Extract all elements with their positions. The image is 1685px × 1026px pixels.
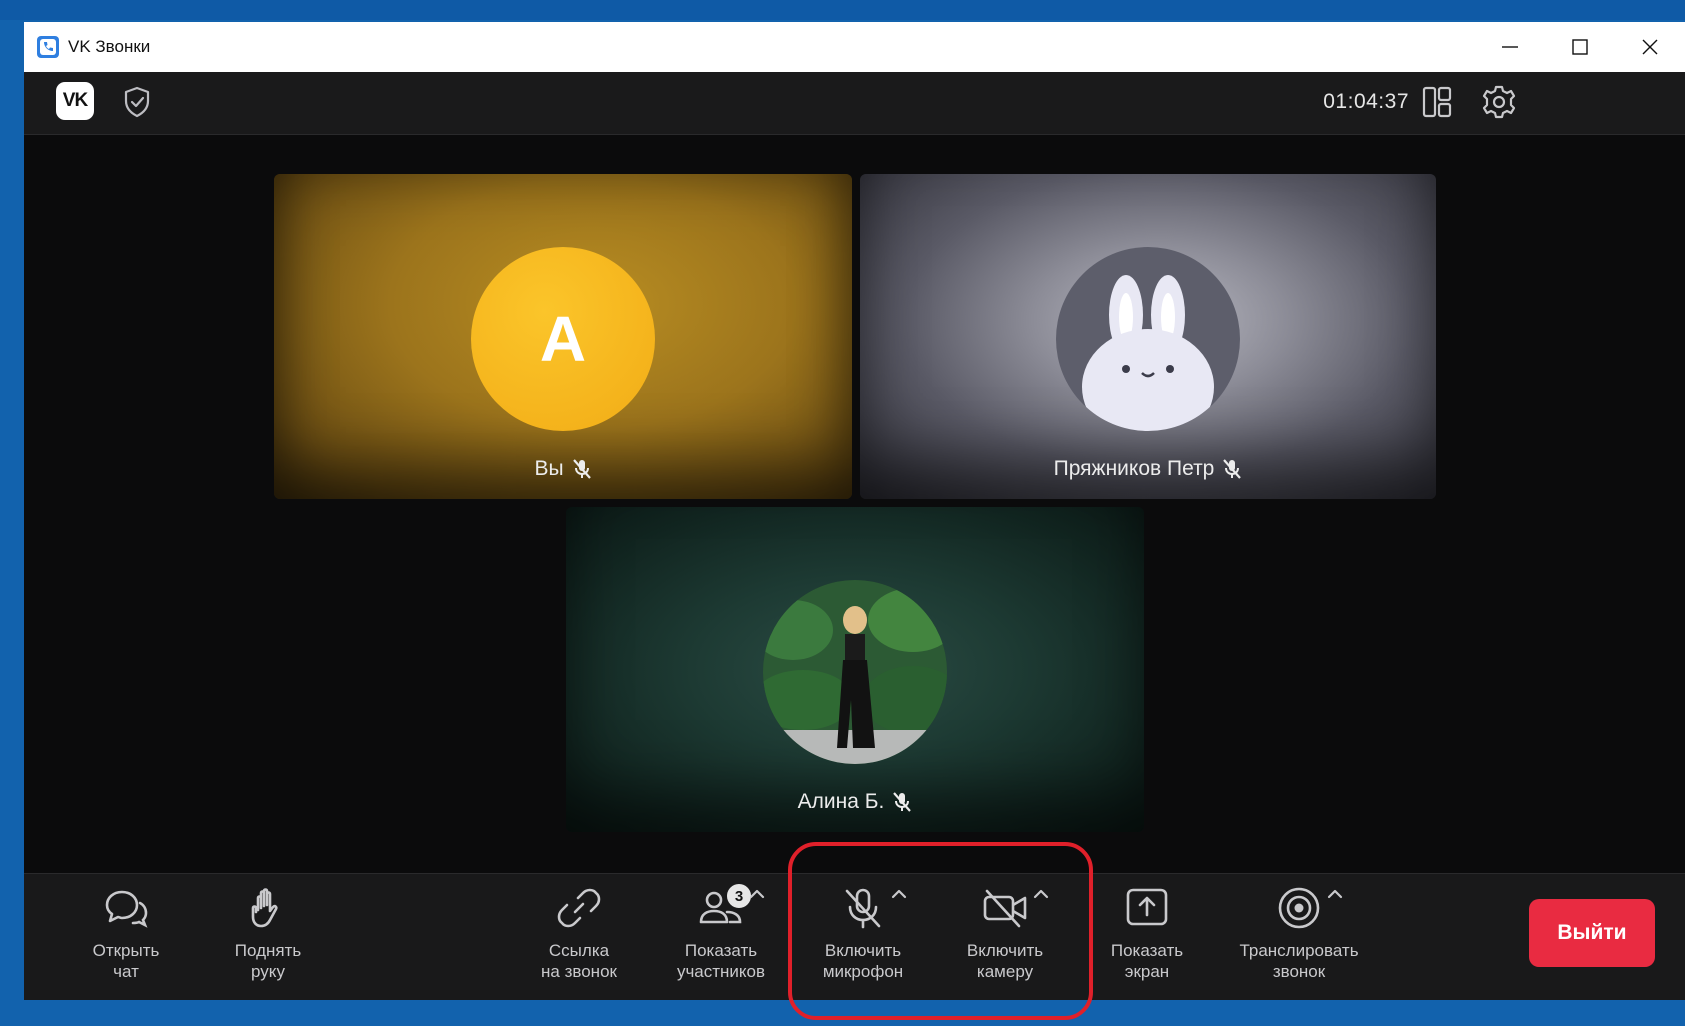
open-chat-label-2: чат xyxy=(113,962,139,981)
chevron-up-icon[interactable] xyxy=(1327,888,1343,900)
open-chat-button[interactable]: Открыть чат xyxy=(71,884,181,982)
participant-name-row: Вы xyxy=(274,457,852,481)
call-timer: 01:04:37 xyxy=(1323,90,1409,113)
chat-icon xyxy=(105,890,148,928)
avatar: А xyxy=(471,247,655,431)
open-chat-label-1: Открыть xyxy=(92,941,160,960)
show-participants-label-2: участников xyxy=(676,962,766,981)
show-participants-button[interactable]: 3 Показать участников xyxy=(666,882,776,982)
mic-muted-icon xyxy=(1223,459,1242,479)
share-screen-label-2: экран xyxy=(1124,962,1170,981)
participant-name-row: Алина Б. xyxy=(566,790,1144,814)
window-controls xyxy=(1475,22,1685,72)
title-bar: VK Звонки xyxy=(24,22,1685,72)
call-link-label-2: на звонок xyxy=(541,962,617,981)
participant-name: Пряжников Петр xyxy=(1053,457,1215,480)
broadcast-label-1: Транслировать xyxy=(1239,941,1359,960)
call-link-button[interactable]: Ссылка на звонок xyxy=(524,884,634,982)
broadcast-button[interactable]: Транслировать звонок xyxy=(1234,884,1364,982)
maximize-button[interactable] xyxy=(1545,22,1615,72)
rabbit-icon xyxy=(1082,275,1214,431)
raise-hand-label-1: Поднять xyxy=(234,941,302,960)
mic-muted-icon xyxy=(572,459,591,479)
link-icon xyxy=(557,888,601,928)
gear-icon[interactable] xyxy=(1481,84,1517,120)
hand-icon xyxy=(251,888,278,928)
share-screen-label-1: Показать xyxy=(1110,941,1184,960)
leave-call-button[interactable]: Выйти xyxy=(1529,899,1655,967)
participant-name: Алина Б. xyxy=(797,790,885,813)
broadcast-label-2: звонок xyxy=(1272,962,1326,981)
photo-avatar xyxy=(763,580,947,764)
vk-calls-app-icon xyxy=(37,36,59,58)
participant-name-row: Пряжников Петр xyxy=(860,457,1436,481)
close-icon xyxy=(1642,39,1658,55)
mic-muted-icon xyxy=(893,792,912,812)
broadcast-icon-wrap xyxy=(1275,884,1343,932)
call-header: VK 01:04:37 xyxy=(24,72,1685,135)
user-photo-icon xyxy=(763,580,947,764)
minimize-icon xyxy=(1502,46,1518,48)
minimize-button[interactable] xyxy=(1475,22,1545,72)
chevron-up-icon[interactable] xyxy=(749,888,765,900)
share-screen-icon xyxy=(1126,888,1168,926)
highlight-annotation xyxy=(788,842,1093,1020)
grid-layout-icon[interactable] xyxy=(1421,85,1453,119)
broadcast-icon xyxy=(1278,887,1320,929)
vk-logo[interactable]: VK xyxy=(56,82,94,120)
participant-tile[interactable]: Алина Б. xyxy=(566,507,1144,832)
shield-check-icon[interactable] xyxy=(122,86,152,118)
raise-hand-button[interactable]: Поднять руку xyxy=(213,884,323,982)
window-title: VK Звонки xyxy=(68,37,151,56)
close-button[interactable] xyxy=(1615,22,1685,72)
share-screen-button[interactable]: Показать экран xyxy=(1092,884,1202,982)
participants-icon-wrap: 3 xyxy=(697,882,765,932)
rabbit-avatar xyxy=(1056,247,1240,431)
call-link-label-1: Ссылка xyxy=(548,941,610,960)
participant-tile[interactable]: Пряжников Петр xyxy=(860,174,1436,499)
maximize-icon xyxy=(1572,39,1588,55)
raise-hand-label-2: руку xyxy=(251,962,285,981)
participant-name: Вы xyxy=(534,457,564,480)
show-participants-label-1: Показать xyxy=(684,941,758,960)
desktop-background xyxy=(0,0,1685,20)
participant-tile-self[interactable]: А Вы xyxy=(274,174,852,499)
